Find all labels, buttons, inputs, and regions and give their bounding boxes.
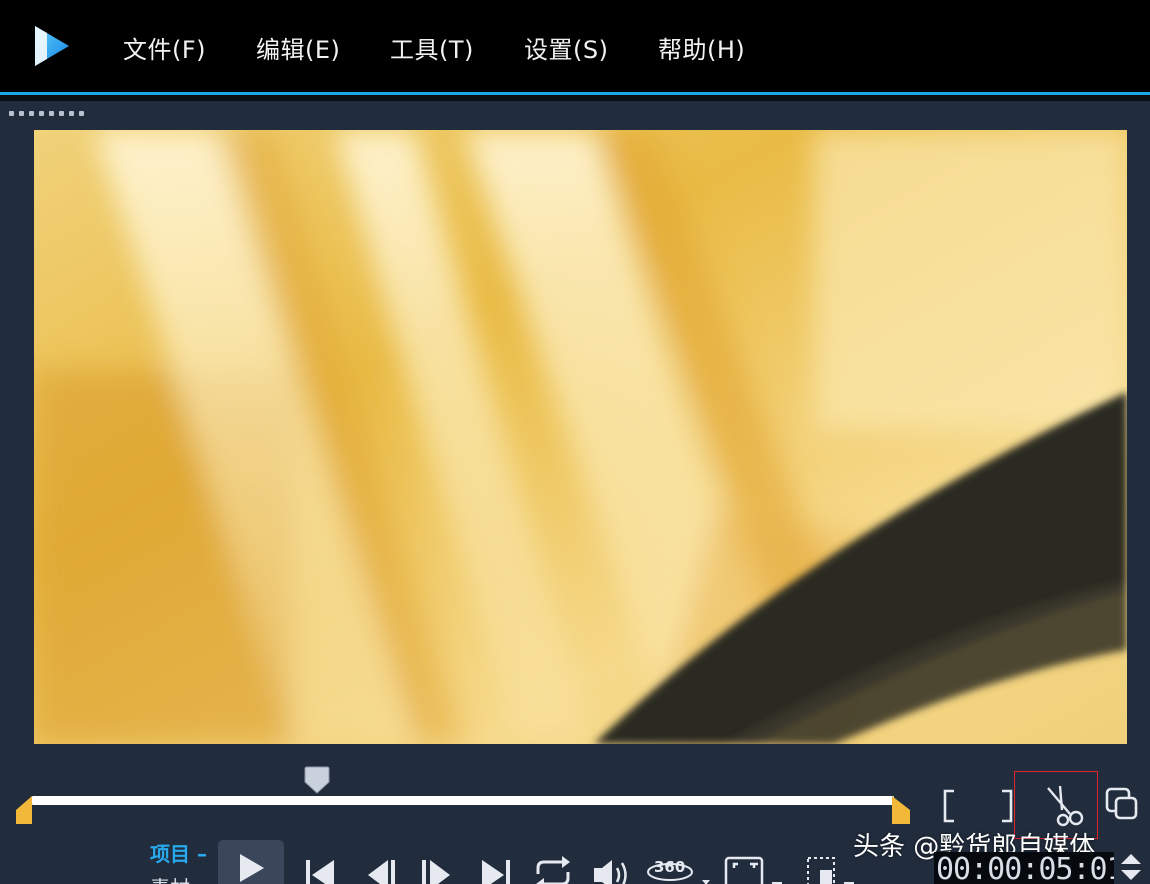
next-frame-icon[interactable] xyxy=(418,850,454,884)
timecode-display[interactable]: 00:00:05:01 xyxy=(934,852,1114,884)
go-to-end-icon[interactable] xyxy=(478,850,514,884)
trim-in-handle[interactable] xyxy=(14,796,36,824)
mark-in-button[interactable] xyxy=(938,788,960,824)
menu-edit[interactable]: 编辑(E) xyxy=(256,30,340,65)
timecode-stepper-icon[interactable] xyxy=(1116,850,1146,884)
menu-bar: 文件(F) 编辑(E) 工具(T) 设置(S) 帮助(H) xyxy=(0,0,1150,92)
app-logo-icon xyxy=(35,26,69,66)
repeat-icon[interactable] xyxy=(532,850,574,884)
play-button[interactable] xyxy=(218,840,284,884)
menu-settings[interactable]: 设置(S) xyxy=(524,30,608,65)
trim-out-handle[interactable] xyxy=(890,796,912,824)
volume-icon[interactable] xyxy=(590,850,632,884)
playhead-handle[interactable] xyxy=(304,766,330,794)
go-to-start-icon[interactable] xyxy=(302,850,338,884)
play-icon xyxy=(240,854,264,882)
menu-file[interactable]: 文件(F) xyxy=(123,30,206,65)
mode-project-tab[interactable]: 项目 – xyxy=(150,838,207,867)
previous-frame-icon[interactable] xyxy=(364,850,400,884)
menu-help[interactable]: 帮助(H) xyxy=(658,30,745,65)
timeline-scrubber[interactable] xyxy=(32,796,894,805)
mode-clip-tab[interactable]: 素材 xyxy=(150,872,190,884)
copy-frame-icon[interactable] xyxy=(1104,786,1140,822)
fit-screen-icon[interactable] xyxy=(724,850,786,884)
360-view-icon: 360 xyxy=(647,858,710,884)
video-preview[interactable] xyxy=(34,130,1127,744)
video-frame-image xyxy=(34,130,1127,744)
menu-tools[interactable]: 工具(T) xyxy=(390,30,474,65)
360-view-button[interactable]: 360 xyxy=(644,850,714,884)
split-clip-scissors-icon[interactable] xyxy=(1040,784,1086,828)
panel-drag-handle[interactable] xyxy=(9,111,84,116)
snapshot-icon[interactable] xyxy=(806,850,860,884)
svg-text:360: 360 xyxy=(654,858,685,876)
